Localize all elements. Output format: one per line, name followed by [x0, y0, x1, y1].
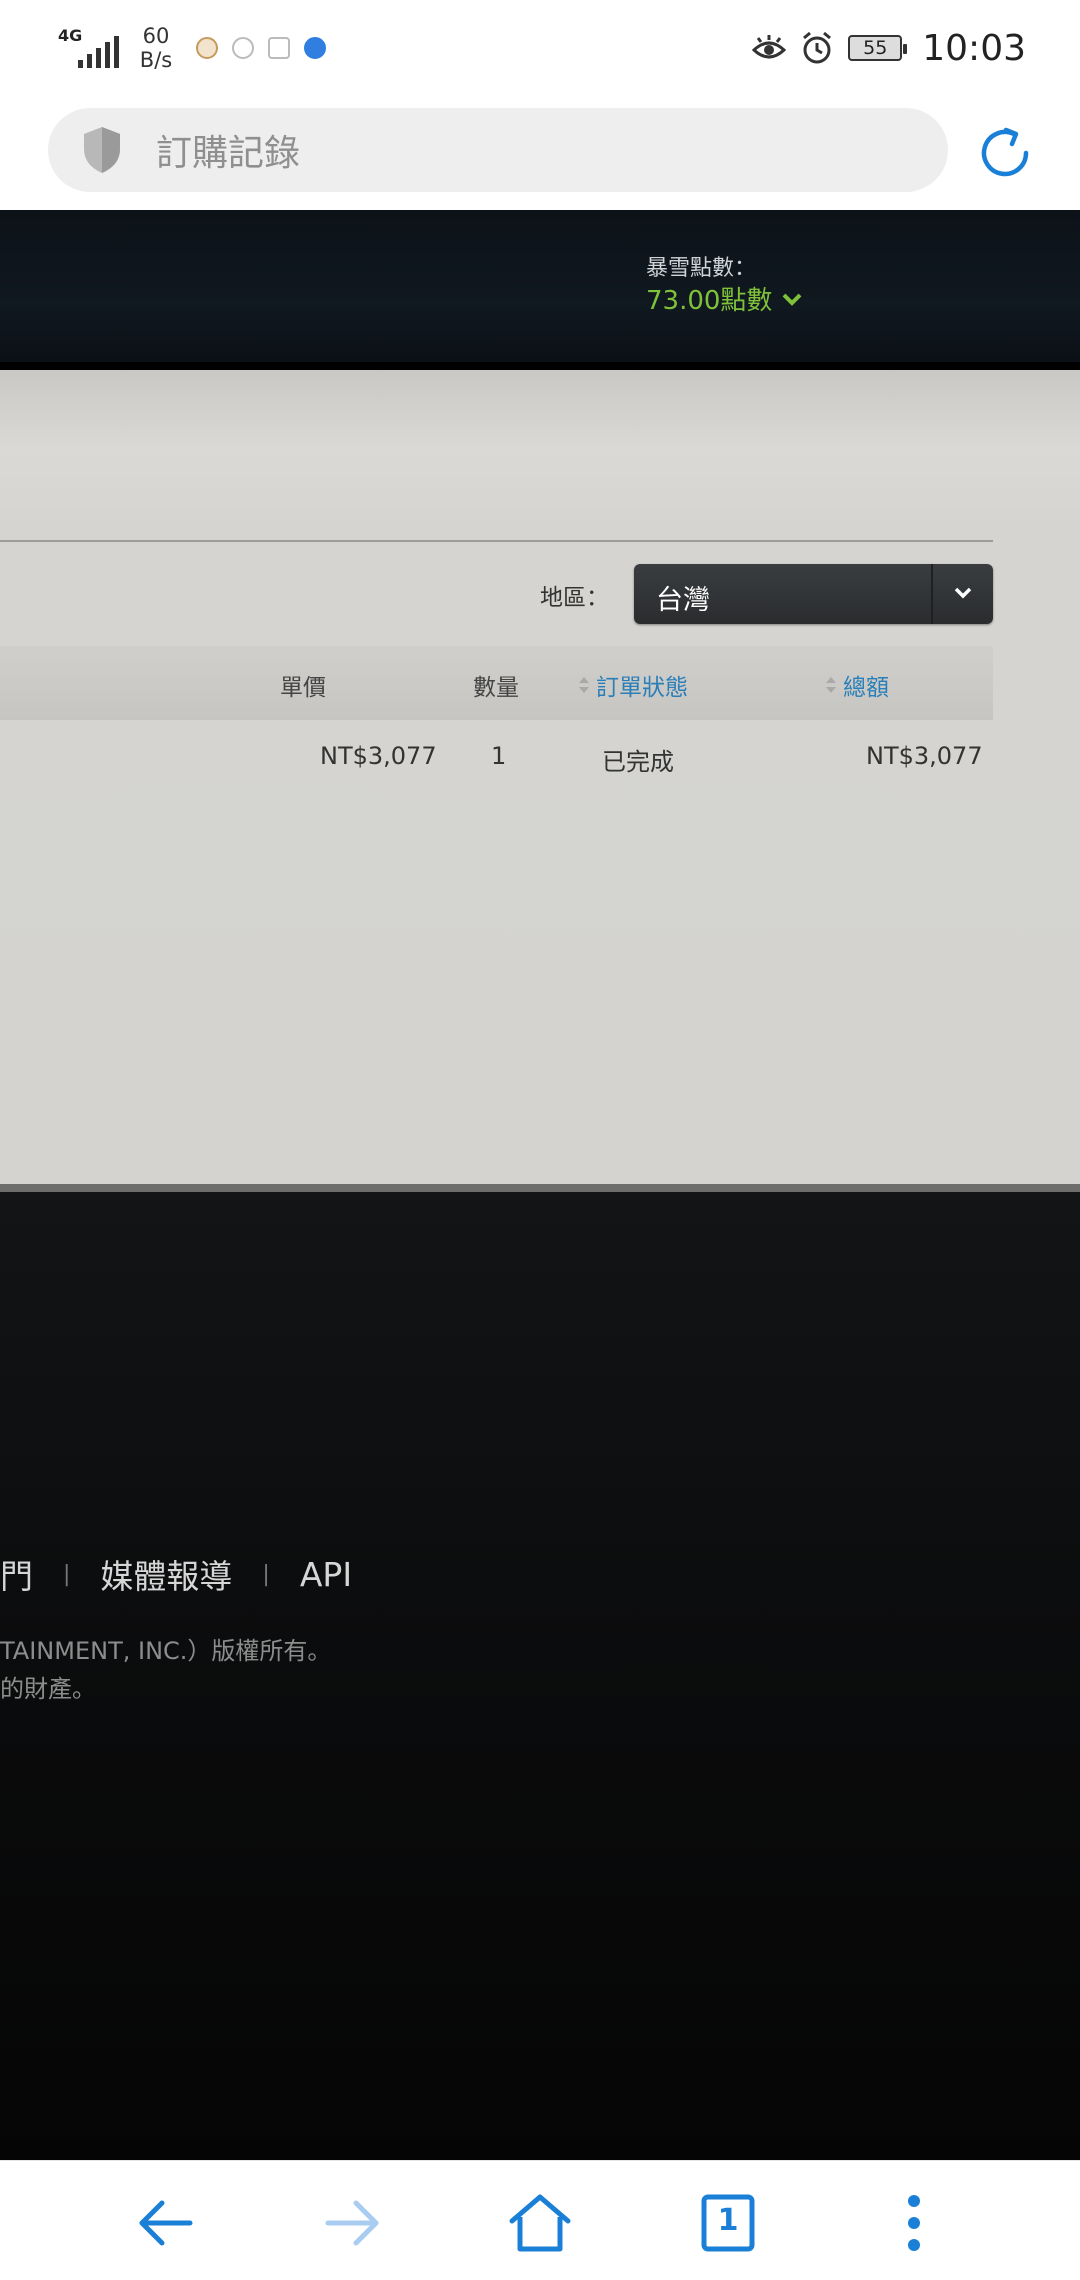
cell-unit-price: NT$3,077 [320, 742, 437, 770]
page-title: 訂購記錄 [156, 133, 301, 174]
tabs-icon[interactable]: 1 [696, 2191, 760, 2255]
more-vertical-icon[interactable] [882, 2191, 946, 2255]
signal-icon: 4G [58, 28, 119, 68]
battery-icon: 55 [848, 35, 908, 61]
network-speed: 60 B/s [139, 24, 173, 72]
footer-link-partial[interactable]: 門 [0, 1550, 33, 1598]
notification-icon-4 [304, 37, 326, 59]
notification-icon-3 [268, 37, 290, 59]
browser-url-row: 訂購記錄 [0, 96, 1080, 210]
footer-separator: | [262, 1561, 270, 1587]
points-value: 73.00點數 [646, 286, 773, 316]
region-label: 地區： [540, 585, 609, 611]
alarm-icon [803, 31, 832, 64]
browser-bottom-nav: 1 [0, 2160, 1080, 2280]
sort-icon [579, 677, 589, 693]
site-header: 暴雪點數： 73.00點數 [0, 210, 1080, 370]
table-row[interactable]: NT$3,077 1 已完成 NT$3,077 [0, 720, 993, 794]
notification-icon-2 [232, 37, 254, 59]
region-select[interactable]: 台灣 [634, 564, 993, 624]
status-bar: 4G 60 B/s 55 10:03 [0, 0, 1080, 96]
home-icon[interactable] [508, 2191, 572, 2255]
select-divider [931, 564, 933, 624]
notification-icon-1 [196, 37, 218, 59]
points-balance[interactable]: 73.00點數 [646, 280, 802, 317]
region-value: 台灣 [656, 585, 710, 616]
points-label: 暴雪點數： [646, 256, 757, 281]
clock: 10:03 [922, 27, 1026, 69]
url-bar[interactable]: 訂購記錄 [48, 108, 948, 192]
column-total[interactable]: 總額 [825, 668, 889, 702]
shield-icon [84, 127, 120, 173]
panel-bottom-border [0, 1184, 1080, 1192]
site-footer: 門 | 媒體報導 | API TAINMENT, INC.）版權所有。 的財產。 [0, 1192, 1080, 2160]
reload-icon[interactable] [976, 124, 1034, 182]
cell-quantity: 1 [491, 742, 507, 770]
sort-icon [826, 677, 836, 693]
column-unit-price: 單價 [280, 675, 326, 701]
cell-total: NT$3,077 [866, 742, 983, 770]
back-arrow-icon[interactable] [134, 2191, 198, 2255]
table-header: 單價 數量 訂單狀態 總額 [0, 646, 993, 720]
order-history-panel: 地區： 台灣 單價 數量 訂單狀態 總額 NT$3,077 1 已完成 NT$3… [0, 370, 1080, 1192]
eye-comfort-icon [752, 35, 787, 59]
cell-order-status: 已完成 [602, 748, 674, 776]
copyright-line-2: 的財產。 [0, 1675, 96, 1703]
footer-separator: | [63, 1561, 71, 1587]
column-order-status[interactable]: 訂單狀態 [578, 668, 688, 702]
footer-link-press[interactable]: 媒體報導 [100, 1550, 232, 1598]
chevron-down-icon [954, 587, 972, 599]
divider [0, 540, 993, 542]
status-right: 55 10:03 [752, 20, 1026, 76]
copyright-line-1: TAINMENT, INC.）版權所有。 [0, 1637, 332, 1665]
forward-arrow-icon[interactable] [320, 2191, 384, 2255]
column-quantity: 數量 [473, 675, 519, 701]
status-left: 4G 60 B/s [58, 18, 326, 78]
chevron-down-icon [783, 293, 802, 306]
footer-link-api[interactable]: API [300, 1555, 352, 1594]
copyright: TAINMENT, INC.）版權所有。 的財產。 [0, 1632, 331, 1708]
tab-count: 1 [717, 2203, 739, 2238]
footer-links: 門 | 媒體報導 | API [0, 1550, 352, 1598]
